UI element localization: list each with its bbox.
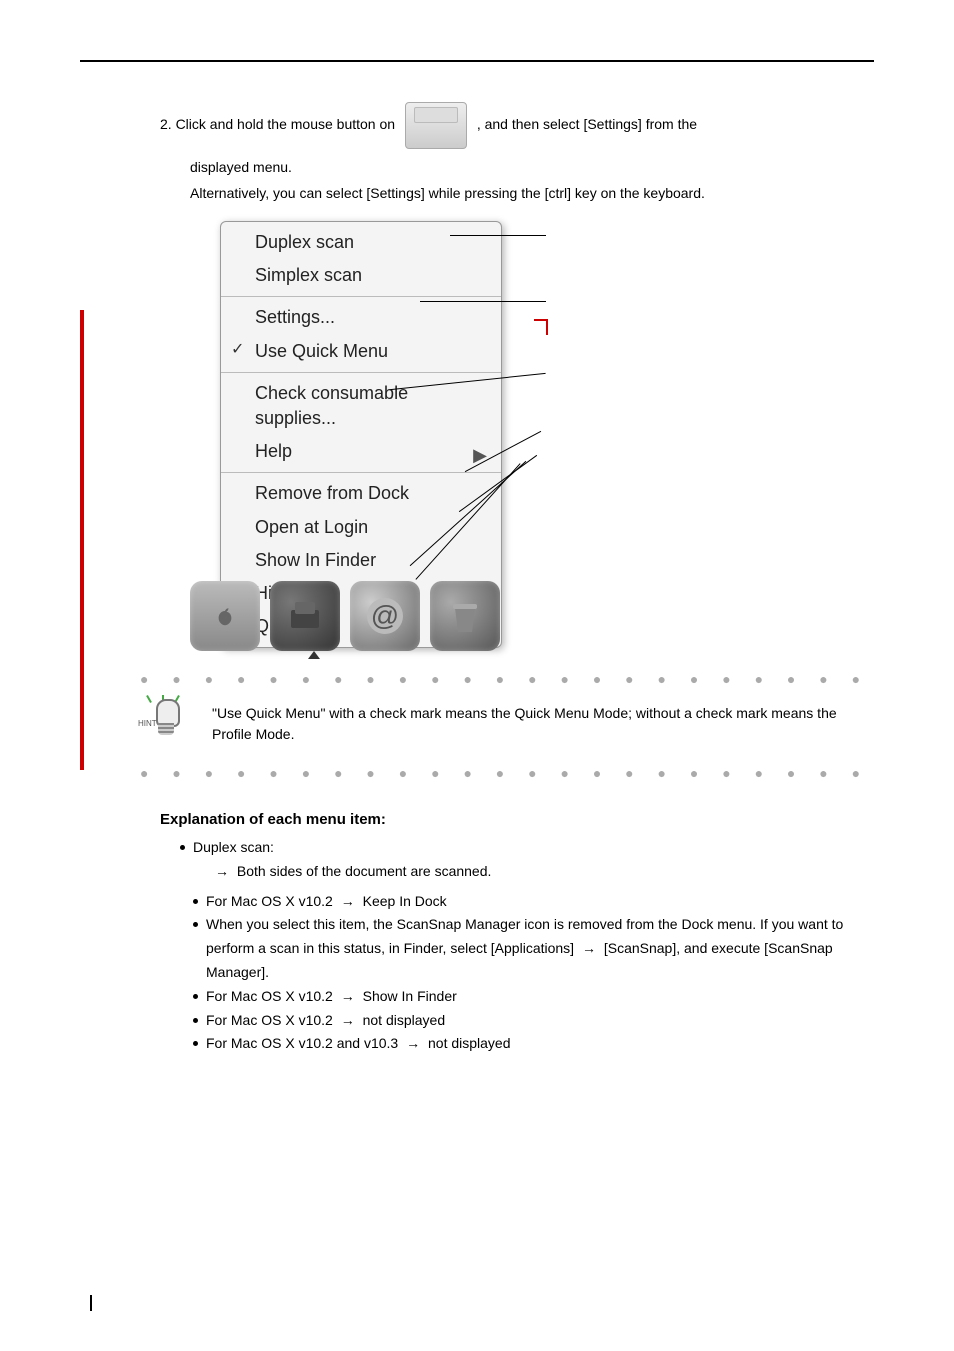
menu-item-settings[interactable]: Settings... — [221, 301, 501, 334]
hint-bulb-icon: HINT — [140, 697, 194, 751]
arrow-icon: → — [402, 1032, 424, 1056]
menu-separator — [221, 472, 501, 473]
sub-text: For Mac OS X v10.2 — [206, 988, 337, 1004]
scansnap-manager-icon — [405, 102, 467, 149]
sub-text: For Mac OS X v10.2 — [206, 893, 337, 909]
menu-expl-title: Duplex scan: — [193, 836, 874, 860]
hint-block: HINT "Use Quick Menu" with a check mark … — [140, 697, 874, 751]
arrow-icon: → — [211, 860, 233, 884]
sub-text: not displayed — [428, 1035, 511, 1051]
dock: @ — [190, 581, 500, 651]
bullet-icon — [193, 899, 198, 904]
dots-divider-bottom: ● ● ● ● ● ● ● ● ● ● ● ● ● ● ● ● ● ● ● ● … — [140, 765, 874, 781]
menu-separator — [221, 296, 501, 297]
leader-line — [420, 301, 546, 302]
apple-icon — [208, 599, 242, 633]
arrow-icon: → — [337, 890, 359, 914]
menu-item-remove-dock[interactable]: Remove from Dock — [221, 477, 501, 510]
instruction-line: 2. Click and hold the mouse button on , … — [160, 102, 874, 149]
bullet-icon — [193, 1018, 198, 1023]
at-icon: @ — [364, 595, 406, 637]
menu-item-help-label: Help — [255, 441, 292, 461]
bullet-icon — [180, 845, 185, 850]
bullet-icon — [193, 994, 198, 999]
menu-item-check-supplies[interactable]: Check consumable supplies... — [221, 377, 501, 435]
dock-item-trash[interactable] — [430, 581, 500, 651]
menu-item-simplex[interactable]: Simplex scan — [221, 259, 501, 292]
menu-item-show-finder[interactable]: Show In Finder — [221, 544, 501, 577]
sub-text: Show In Finder — [363, 988, 457, 1004]
menu-item-open-login[interactable]: Open at Login — [221, 511, 501, 544]
dots-divider-top: ● ● ● ● ● ● ● ● ● ● ● ● ● ● ● ● ● ● ● ● … — [140, 671, 874, 687]
arrow-icon: → — [337, 1009, 359, 1033]
menu-items-explanations: Duplex scan: → Both sides of the documen… — [180, 836, 874, 1056]
leader-line — [450, 235, 546, 236]
hint-text: "Use Quick Menu" with a check mark means… — [212, 703, 874, 745]
bullet-icon — [193, 1041, 198, 1046]
arrow-icon: → — [337, 985, 359, 1009]
menu-expl-text: Both sides of the document are scanned. — [237, 863, 492, 879]
instruction-suffix: , and then select [Settings] from the — [477, 116, 697, 132]
menu-item-use-quick-menu[interactable]: Use Quick Menu — [221, 335, 501, 368]
scanner-icon — [285, 596, 325, 636]
hint-label: HINT — [138, 719, 157, 728]
dock-item-scansnap[interactable] — [270, 581, 340, 651]
menu-expl-line: → Both sides of the document are scanned… — [211, 860, 874, 884]
sub-text: Keep In Dock — [363, 893, 447, 909]
bullet-icon — [193, 922, 198, 927]
sub-instruction-1: displayed menu. — [190, 159, 874, 175]
menu-separator — [221, 372, 501, 373]
sub-text: For Mac OS X v10.2 — [206, 1012, 337, 1028]
menu-item-help[interactable]: Help ▶ — [221, 435, 501, 468]
instruction-prefix: 2. Click and hold the mouse button on — [160, 116, 399, 132]
red-margin-bar — [80, 310, 84, 770]
trash-icon — [445, 596, 485, 636]
sub-text: For Mac OS X v10.2 and v10.3 — [206, 1035, 402, 1051]
red-callout-mark — [534, 319, 548, 335]
dock-active-indicator — [308, 651, 320, 659]
dock-item-apple[interactable] — [190, 581, 260, 651]
explanation-heading: Explanation of each menu item: — [160, 811, 874, 828]
sub-instruction-2: Alternatively, you can select [Settings]… — [190, 185, 874, 201]
menu-screenshot: Duplex scan Simplex scan Settings... Use… — [190, 221, 550, 651]
menu-item-duplex[interactable]: Duplex scan — [221, 226, 501, 259]
dock-item-mail[interactable]: @ — [350, 581, 420, 651]
arrow-icon: → — [578, 937, 600, 961]
sub-text: not displayed — [363, 1012, 446, 1028]
footer-bar — [90, 1294, 102, 1311]
svg-text:@: @ — [371, 600, 399, 631]
